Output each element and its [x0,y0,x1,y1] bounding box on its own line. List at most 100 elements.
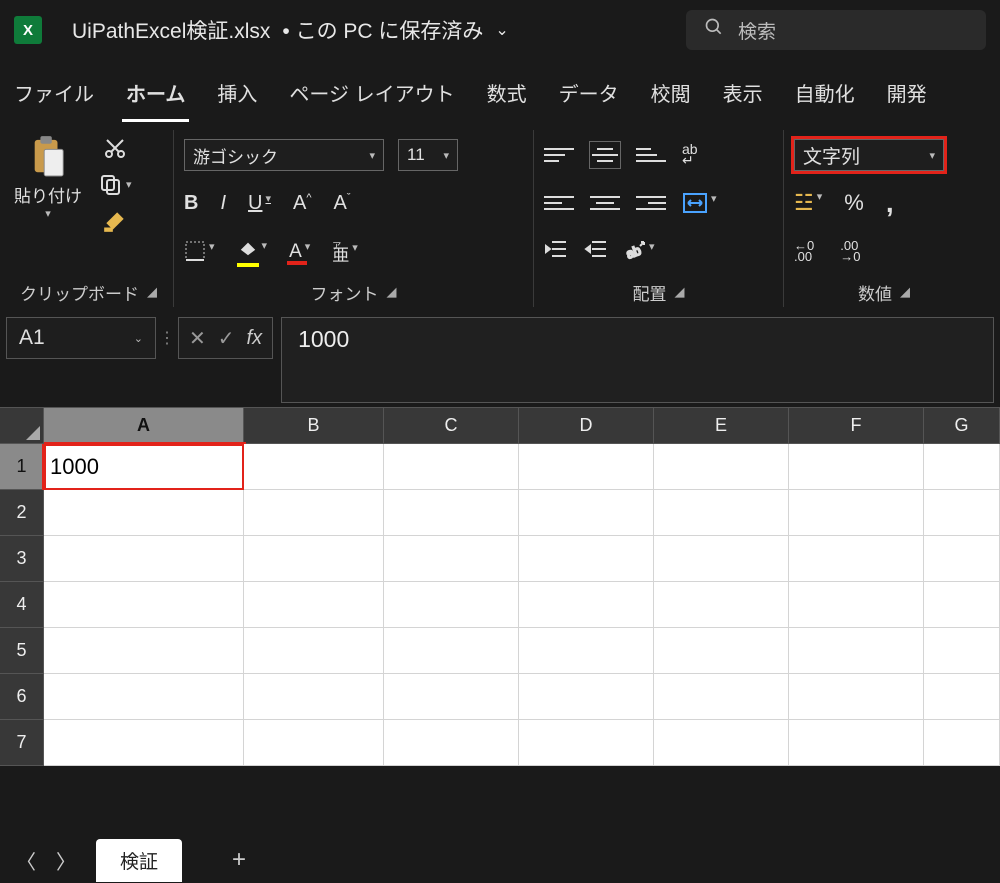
cell-B1[interactable] [244,444,384,490]
italic-button[interactable]: I [220,192,226,215]
font-color-button[interactable]: A ▾ [289,240,310,263]
phonetic-button[interactable]: ア亜 ▾ [332,241,358,261]
col-header-A[interactable]: A [44,408,244,444]
tab-review[interactable]: 校閲 [647,72,695,122]
tab-page-layout[interactable]: ページ レイアウト [285,72,458,122]
decrease-indent-button[interactable] [544,239,568,264]
row-header-2[interactable]: 2 [0,490,44,536]
cell-F7[interactable] [789,720,924,766]
cell-F3[interactable] [789,536,924,582]
cell-D4[interactable] [519,582,654,628]
col-header-B[interactable]: B [244,408,384,444]
row-header-1[interactable]: 1 [0,444,44,490]
cell-C5[interactable] [384,628,519,674]
wrap-text-button[interactable]: ab↵ [682,144,698,166]
col-header-F[interactable]: F [789,408,924,444]
cell-A3[interactable] [44,536,244,582]
cell-B5[interactable] [244,628,384,674]
add-sheet-button[interactable]: + [232,846,246,874]
cell-C6[interactable] [384,674,519,720]
row-header-5[interactable]: 5 [0,628,44,674]
cell-G3[interactable] [924,536,1000,582]
font-name-combo[interactable]: 游ゴシック ▾ [184,139,384,171]
cell-D1[interactable] [519,444,654,490]
align-right-button[interactable] [636,190,666,216]
cell-A4[interactable] [44,582,244,628]
cell-D6[interactable] [519,674,654,720]
decrease-font-button[interactable]: Aˇ [334,192,351,215]
dialog-launcher-icon[interactable]: ◢ [147,284,157,300]
tab-view[interactable]: 表示 [719,72,767,122]
cell-C2[interactable] [384,490,519,536]
tab-developer[interactable]: 開発 [883,72,931,122]
cell-G6[interactable] [924,674,1000,720]
percent-button[interactable]: % [844,190,864,216]
font-size-combo[interactable]: 11 ▾ [398,139,458,171]
cell-G4[interactable] [924,582,1000,628]
cell-E4[interactable] [654,582,789,628]
cell-G2[interactable] [924,490,1000,536]
dialog-launcher-icon[interactable]: ◢ [387,284,397,300]
cell-E3[interactable] [654,536,789,582]
tab-automate[interactable]: 自動化 [791,72,859,122]
increase-indent-button[interactable] [584,239,608,264]
increase-decimal-button[interactable]: ←0.00 [794,240,814,262]
formula-input[interactable]: 1000 [281,317,994,403]
accounting-format-button[interactable]: ☳▾ [794,190,822,216]
tab-home[interactable]: ホーム [122,72,189,122]
cell-E7[interactable] [654,720,789,766]
cell-E6[interactable] [654,674,789,720]
search-box[interactable]: 検索 [686,10,986,50]
select-all-corner[interactable] [0,408,44,444]
cell-A1[interactable]: 1000 [44,444,244,490]
decrease-decimal-button[interactable]: .00→0 [840,240,860,262]
sheet-tab-active[interactable]: 検証 [96,839,182,882]
bold-button[interactable]: B [184,192,198,215]
row-header-3[interactable]: 3 [0,536,44,582]
row-header-6[interactable]: 6 [0,674,44,720]
format-painter-button[interactable] [98,208,132,234]
cell-D7[interactable] [519,720,654,766]
cell-D3[interactable] [519,536,654,582]
cancel-edit-button[interactable]: ✕ [189,326,206,351]
cell-D5[interactable] [519,628,654,674]
align-bottom-button[interactable] [636,142,666,168]
orientation-button[interactable]: ab ▾ [624,240,655,262]
col-header-E[interactable]: E [654,408,789,444]
tab-file[interactable]: ファイル [10,72,98,122]
cell-B6[interactable] [244,674,384,720]
fill-color-button[interactable]: ▾ [237,239,268,263]
cell-F1[interactable] [789,444,924,490]
align-center-button[interactable] [590,190,620,216]
cell-F6[interactable] [789,674,924,720]
dialog-launcher-icon[interactable]: ◢ [900,284,910,300]
cell-G5[interactable] [924,628,1000,674]
tab-insert[interactable]: 挿入 [213,72,261,122]
tab-data[interactable]: データ [555,72,623,122]
cell-B4[interactable] [244,582,384,628]
cut-button[interactable] [98,136,132,160]
cell-A7[interactable] [44,720,244,766]
row-header-4[interactable]: 4 [0,582,44,628]
cell-F4[interactable] [789,582,924,628]
cell-C1[interactable] [384,444,519,490]
borders-button[interactable]: ▾ [184,240,215,262]
number-format-combo[interactable]: 文字列 ▾ [794,139,944,171]
merge-cells-button[interactable]: ▾ [682,192,717,214]
cell-A2[interactable] [44,490,244,536]
cell-A5[interactable] [44,628,244,674]
cell-G7[interactable] [924,720,1000,766]
cell-B3[interactable] [244,536,384,582]
cell-B7[interactable] [244,720,384,766]
increase-font-button[interactable]: A^ [293,192,312,215]
cell-C7[interactable] [384,720,519,766]
copy-button[interactable]: ▾ [98,172,132,196]
align-middle-button[interactable] [590,142,620,168]
cell-C3[interactable] [384,536,519,582]
col-header-D[interactable]: D [519,408,654,444]
name-box[interactable]: A1 ⌄ [6,317,156,359]
comma-style-button[interactable]: , [886,187,894,219]
cell-E2[interactable] [654,490,789,536]
confirm-edit-button[interactable]: ✓ [218,326,235,351]
underline-button[interactable]: U▾ [248,192,271,215]
